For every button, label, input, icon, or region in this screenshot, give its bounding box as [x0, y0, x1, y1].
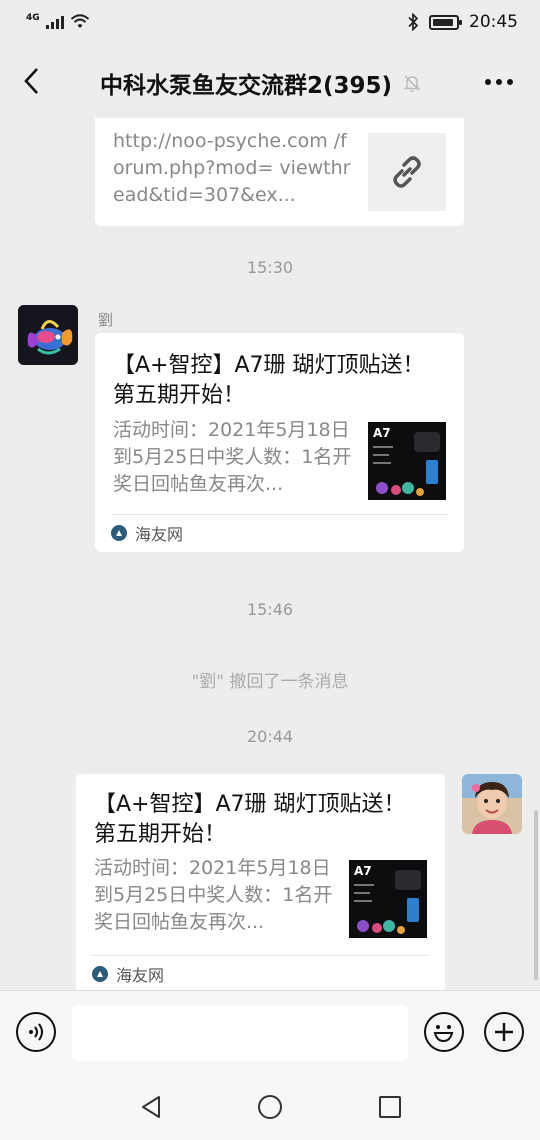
article-source: 海友网 — [95, 514, 464, 552]
article-message-card[interactable]: 【A+智控】A7珊 瑚灯顶贴送！第五期开始！ 活动时间：2021年5月18日到5… — [76, 774, 445, 990]
timestamp: 15:30 — [246, 258, 294, 277]
article-description: 活动时间：2021年5月18日到5月25日中奖人数：1名开奖日回帖鱼友再次... — [113, 419, 352, 495]
thumb-label: A7 — [373, 426, 391, 440]
divider — [111, 514, 448, 515]
chat-area[interactable]: http://noo-psyche.com /forum.php?mod= vi… — [0, 118, 540, 990]
source-name: 海友网 — [135, 525, 184, 544]
square-recents-icon — [379, 1096, 401, 1118]
bluetooth-icon — [408, 13, 419, 31]
sender-name: 劉 — [98, 311, 114, 329]
recall-notice: "劉" 撤回了一条消息 — [191, 672, 349, 692]
system-back-button[interactable] — [136, 1092, 166, 1122]
scrollbar[interactable] — [534, 810, 538, 980]
article-thumbnail: A7 — [349, 860, 427, 938]
link-thumbnail — [368, 133, 446, 211]
more-functions-button[interactable] — [484, 1012, 524, 1052]
divider — [92, 955, 429, 956]
emoji-button[interactable] — [424, 1012, 464, 1052]
chat-header: 中科水泵鱼友交流群2(395) — [0, 44, 540, 118]
fish-avatar-image — [18, 305, 78, 365]
battery-fill — [433, 18, 453, 26]
chevron-left-icon — [24, 68, 38, 94]
back-button[interactable] — [14, 64, 48, 98]
clock: 20:45 — [469, 12, 518, 32]
plus-icon — [495, 1023, 513, 1041]
article-source: 海友网 — [76, 955, 445, 990]
source-logo-icon — [92, 966, 108, 982]
wifi-icon — [70, 14, 89, 28]
title-group: 中科水泵鱼友交流群2(395) — [100, 66, 422, 100]
group-title: 中科水泵鱼友交流群2(395) — [100, 73, 393, 99]
system-home-button[interactable] — [255, 1092, 285, 1122]
input-bar — [0, 990, 540, 1076]
mute-bell-icon — [403, 75, 421, 92]
more-options-button[interactable] — [482, 68, 516, 96]
link-message-card[interactable]: http://noo-psyche.com /forum.php?mod= vi… — [95, 118, 464, 226]
coral-lamp-image: A7 — [368, 422, 446, 500]
system-navigation-bar — [0, 1076, 540, 1140]
voice-button[interactable] — [16, 1012, 56, 1052]
source-logo-icon — [111, 525, 127, 541]
timestamp: 20:44 — [246, 727, 294, 746]
child-photo-avatar-image — [462, 774, 522, 834]
system-recents-button[interactable] — [375, 1092, 405, 1122]
avatar[interactable] — [18, 305, 78, 365]
timestamp: 15:46 — [246, 600, 294, 619]
article-description: 活动时间：2021年5月18日到5月25日中奖人数：1名开奖日回帖鱼友再次... — [94, 857, 333, 933]
network-type: 4G — [26, 12, 40, 23]
circle-home-icon — [258, 1095, 282, 1119]
status-right: 20:45 — [407, 12, 518, 32]
my-avatar[interactable] — [462, 774, 522, 834]
triangle-back-icon — [142, 1096, 160, 1118]
article-title: 【A+智控】A7珊 瑚灯顶贴送！第五期开始！ — [113, 353, 425, 408]
more-dots-icon — [485, 79, 513, 85]
thumb-label: A7 — [354, 864, 372, 878]
message-input[interactable] — [72, 1005, 408, 1061]
article-message-card[interactable]: 【A+智控】A7珊 瑚灯顶贴送！第五期开始！ 活动时间：2021年5月18日到5… — [95, 333, 464, 552]
article-thumbnail: A7 — [368, 422, 446, 500]
status-left: 4G — [26, 12, 90, 30]
article-title: 【A+智控】A7珊 瑚灯顶贴送！第五期开始！ — [94, 792, 406, 847]
source-name: 海友网 — [116, 966, 165, 985]
link-url-text: http://noo-psyche.com /forum.php?mod= vi… — [113, 130, 351, 206]
coral-lamp-image: A7 — [349, 860, 427, 938]
link-icon — [393, 156, 421, 188]
signal-icon — [45, 15, 64, 29]
smiley-icon — [433, 1025, 454, 1043]
voice-icon — [29, 1023, 43, 1041]
battery-icon — [429, 14, 462, 30]
status-bar: 4G 20:45 — [0, 0, 540, 44]
